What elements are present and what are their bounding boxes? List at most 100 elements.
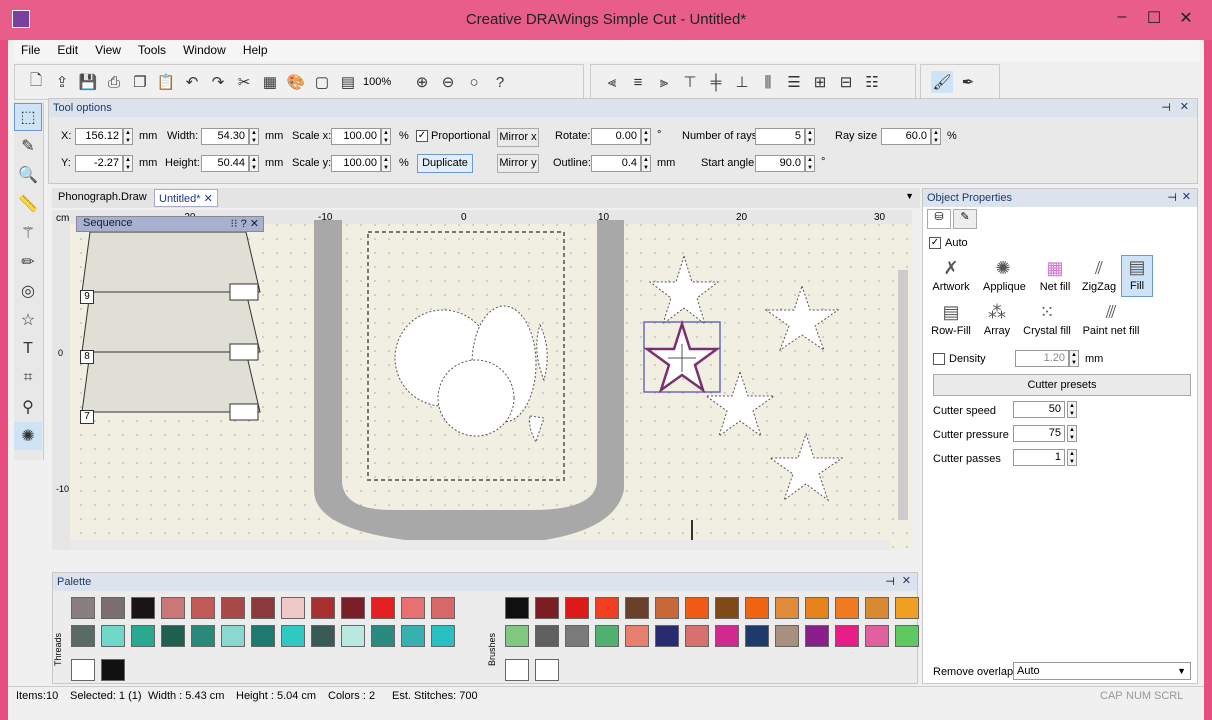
- cutter-speed-spinner[interactable]: ▲ ▼: [1067, 401, 1077, 418]
- density-spinner[interactable]: ▲ ▼: [1069, 350, 1079, 367]
- color-swatch[interactable]: [865, 597, 889, 619]
- zoom-tool-icon[interactable]: 🔍: [14, 161, 42, 189]
- brush-icon[interactable]: 🖌: [931, 71, 953, 93]
- new-file-icon[interactable]: 🗋: [25, 71, 47, 93]
- color-swatch[interactable]: [565, 597, 589, 619]
- color-swatch[interactable]: [775, 625, 799, 647]
- menu-tools[interactable]: Tools: [131, 40, 173, 60]
- remove-overlaps-select[interactable]: Auto ▼: [1013, 662, 1191, 680]
- color-swatch[interactable]: [371, 597, 395, 619]
- crystal-fill-option[interactable]: ⁙ Crystal fill: [1021, 301, 1073, 337]
- auto-checkbox[interactable]: ✓: [929, 237, 941, 249]
- align-right-icon[interactable]: ⫸: [653, 71, 675, 93]
- color-swatch[interactable]: [685, 625, 709, 647]
- redo-icon[interactable]: ↷: [207, 71, 229, 93]
- color-swatch[interactable]: [131, 597, 155, 619]
- ray-size-spinner[interactable]: ▲ ▼: [931, 128, 941, 145]
- scaley-spinner[interactable]: ▲ ▼: [381, 155, 391, 172]
- x-spinner[interactable]: ▲ ▼: [123, 128, 133, 145]
- color-swatch[interactable]: [161, 625, 185, 647]
- distribute-h-icon[interactable]: ⫼: [757, 71, 779, 93]
- cutter-presets-button[interactable]: Cutter presets: [933, 374, 1191, 396]
- props-pin-icon[interactable]: ⊣: [1167, 191, 1177, 204]
- color-swatch[interactable]: [625, 625, 649, 647]
- minimize-button[interactable]: –: [1108, 8, 1136, 30]
- maximize-button[interactable]: ☐: [1140, 8, 1168, 30]
- color-swatch[interactable]: [311, 625, 335, 647]
- group-icon[interactable]: ⊞: [809, 71, 831, 93]
- tab-phonograph[interactable]: Phonograph.Draw: [54, 189, 151, 207]
- artwork-option[interactable]: ✗ Artwork: [931, 257, 971, 293]
- fill-option[interactable]: ▤ Fill: [1121, 255, 1153, 297]
- color-swatch[interactable]: [431, 597, 455, 619]
- width-field[interactable]: 54.30: [201, 128, 249, 145]
- menu-edit[interactable]: Edit: [50, 40, 85, 60]
- cut-icon[interactable]: ✂: [233, 71, 255, 93]
- menu-file[interactable]: File: [14, 40, 47, 60]
- color-swatch[interactable]: [251, 597, 275, 619]
- y-spinner[interactable]: ▲ ▼: [123, 155, 133, 172]
- rays-spinner[interactable]: ▲ ▼: [805, 128, 815, 145]
- color-swatch[interactable]: [191, 597, 215, 619]
- color-swatch[interactable]: [865, 625, 889, 647]
- paint-net-fill-option[interactable]: ⫻ Paint net fill: [1079, 301, 1143, 337]
- align-middle-icon[interactable]: ╪: [705, 71, 727, 93]
- help-icon[interactable]: ?: [489, 71, 511, 93]
- pen-icon[interactable]: ✒: [957, 71, 979, 93]
- save-icon[interactable]: 💾: [77, 71, 99, 93]
- crop-tool-icon[interactable]: ⌗: [14, 364, 42, 392]
- no-color-swatch[interactable]: [71, 659, 95, 681]
- color-swatch[interactable]: [505, 625, 529, 647]
- color-swatch[interactable]: [431, 625, 455, 647]
- tabs-dropdown-icon[interactable]: ▼: [905, 191, 914, 201]
- rotate-field[interactable]: 0.00: [591, 128, 641, 145]
- mirror-y-button[interactable]: Mirror y: [497, 154, 539, 173]
- start-angle-spinner[interactable]: ▲ ▼: [805, 155, 815, 172]
- open-icon[interactable]: ⇪: [51, 71, 73, 93]
- tab-untitled[interactable]: Untitled* ✕: [154, 189, 218, 207]
- color-swatch[interactable]: [715, 597, 739, 619]
- y-field[interactable]: -2.27: [75, 155, 123, 172]
- density-field[interactable]: 1.20: [1015, 350, 1069, 367]
- zoom-out-icon[interactable]: ⊖: [437, 71, 459, 93]
- color-swatch[interactable]: [161, 597, 185, 619]
- color-swatch[interactable]: [101, 625, 125, 647]
- no-brush-swatch[interactable]: [505, 659, 529, 681]
- zigzag-option[interactable]: ⫽ ZigZag: [1079, 257, 1119, 293]
- magic-wand-icon[interactable]: ⚚: [14, 219, 42, 247]
- row-fill-option[interactable]: ▤ Row-Fill: [931, 301, 971, 337]
- proportional-checkbox[interactable]: ✓: [416, 130, 428, 142]
- color-swatch[interactable]: [595, 625, 619, 647]
- color-swatch[interactable]: [895, 597, 919, 619]
- color-swatch[interactable]: [625, 597, 649, 619]
- star-tool-icon[interactable]: ☆: [14, 306, 42, 334]
- color-swatch[interactable]: [715, 625, 739, 647]
- fill-tab-icon[interactable]: ⛁: [927, 209, 951, 229]
- color-swatch[interactable]: [401, 625, 425, 647]
- color-swatch[interactable]: [835, 625, 859, 647]
- paste-icon[interactable]: 📋: [155, 71, 177, 93]
- distribute-v-icon[interactable]: ☰: [783, 71, 805, 93]
- scalex-spinner[interactable]: ▲ ▼: [381, 128, 391, 145]
- color-swatch[interactable]: [191, 625, 215, 647]
- cutter-passes-spinner[interactable]: ▲ ▼: [1067, 449, 1077, 466]
- select-tool-icon[interactable]: ⬚: [14, 103, 42, 131]
- color-swatch[interactable]: [805, 625, 829, 647]
- eyedropper-icon[interactable]: ⚲: [14, 393, 42, 421]
- zoom-fit-icon[interactable]: ○: [463, 71, 485, 93]
- color-swatch[interactable]: [745, 625, 769, 647]
- pencil-tool-icon[interactable]: ✏: [14, 248, 42, 276]
- copy-icon[interactable]: ❐: [129, 71, 151, 93]
- color-swatch[interactable]: [775, 597, 799, 619]
- color-swatch[interactable]: [131, 625, 155, 647]
- density-checkbox[interactable]: [933, 353, 945, 365]
- color-swatch[interactable]: [655, 625, 679, 647]
- color-swatch[interactable]: [101, 597, 125, 619]
- pin-icon[interactable]: ⊣: [1161, 101, 1171, 114]
- mirror-x-button[interactable]: Mirror x: [497, 128, 539, 147]
- color-swatch[interactable]: [71, 597, 95, 619]
- drawing-canvas[interactable]: cm -20 -10 0 10 20 30 0 -10 Sequence⁝⁝ ?…: [52, 210, 912, 550]
- color-swatch[interactable]: [505, 597, 529, 619]
- undo-icon[interactable]: ↶: [181, 71, 203, 93]
- table-icon[interactable]: ▤: [337, 71, 359, 93]
